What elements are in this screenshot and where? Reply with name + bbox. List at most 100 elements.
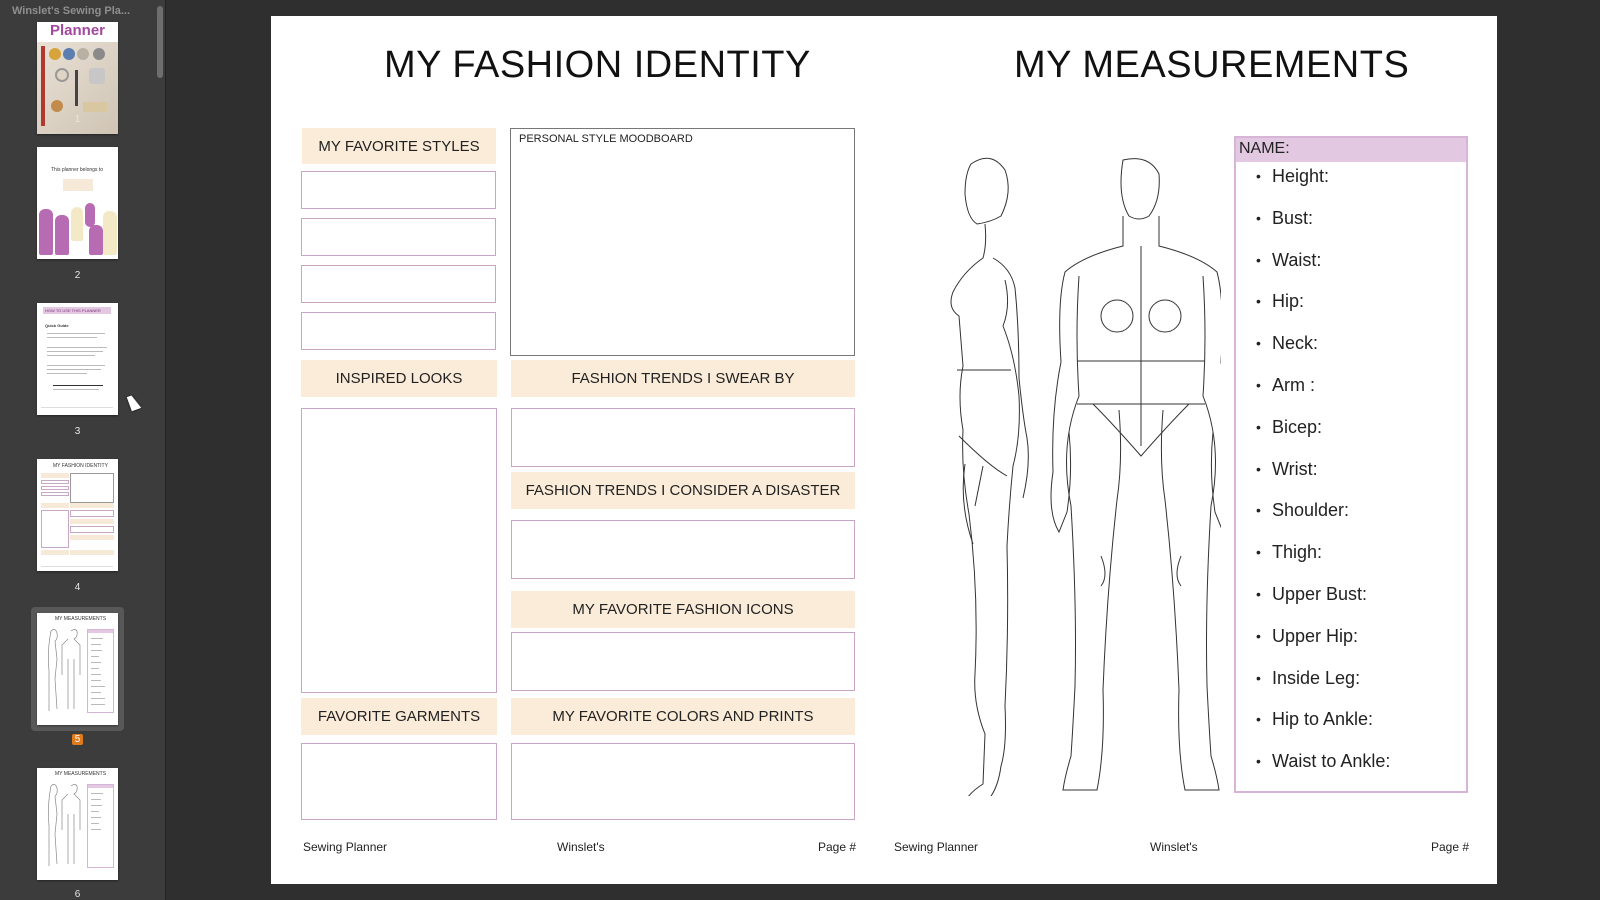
measurement-item[interactable]: • Hip: [1256,287,1466,329]
measurement-item[interactable]: • Arm : [1256,371,1466,413]
measurement-item[interactable]: • Shoulder: [1256,496,1466,538]
selected-page-badge: 5 [71,734,84,745]
measurement-item[interactable]: • Height: [1256,162,1466,204]
footer-center-right-page: Winslet's [1150,840,1198,854]
bullet-icon: • [1256,502,1261,519]
croquis-figures-illustration [950,157,1221,796]
bullet-icon: • [1256,585,1261,602]
measurement-label: Thigh: [1272,542,1323,563]
inspired-looks-field[interactable] [301,408,497,693]
bullet-icon: • [1256,627,1261,644]
measurement-label: Waist: [1272,249,1322,270]
footer-right-right-page: Page # [1431,840,1470,854]
favorite-style-field-2[interactable] [301,218,496,256]
thumbnail-caption: HOW TO USE THIS PLANNER [45,308,101,313]
measurement-label: Hip: [1272,291,1305,312]
trends-swear-label: FASHION TRENDS I SWEAR BY [511,360,855,397]
dress-forms-image [37,203,118,259]
document-title: Winslet's Sewing Pla... [12,5,131,17]
bullet-icon: • [1256,335,1261,352]
inspired-looks-label: INSPIRED LOOKS [301,360,497,397]
bullet-icon: • [1256,460,1261,477]
measurement-label: Inside Leg: [1272,667,1361,688]
thumbnail-page-5[interactable]: MY MEASUREMENTS [37,613,118,725]
thumbnail-page-2[interactable]: This planner belongs to [37,147,118,259]
fashion-icons-field[interactable] [511,632,855,691]
footer-center: Winslet's [557,840,605,854]
measurement-label: Wrist: [1272,458,1318,479]
footer-left-right-page: Sewing Planner [894,840,979,854]
measurement-item[interactable]: • Wrist: [1256,455,1466,497]
name-label: NAME: [1236,138,1466,162]
mouse-cursor-icon [126,393,142,412]
bullet-icon: • [1256,753,1261,770]
trends-disaster-label: FASHION TRENDS I CONSIDER A DISASTER [511,472,855,509]
thumbnail-caption: Planner [49,22,106,39]
measurement-label: Arm : [1272,374,1315,395]
colors-prints-label: MY FAVORITE COLORS AND PRINTS [511,698,855,735]
measurement-label: Bicep: [1272,416,1323,437]
measurement-item[interactable]: • Bicep: [1256,413,1466,455]
bullet-icon: • [1256,376,1261,393]
favorite-styles-label: MY FAVORITE STYLES [302,128,496,164]
measurement-item[interactable]: • Waist: [1256,246,1466,288]
bullet-icon: • [1256,544,1261,561]
measurements-list: • Height: • Bust: • Waist: • Hip: • Neck: • Arm : • B… [1236,162,1466,789]
measurement-item[interactable]: • Neck: [1256,329,1466,371]
trends-swear-field[interactable] [511,408,855,467]
measurement-label: Neck: [1272,333,1319,354]
thumbnail-page-4[interactable]: MY FASHION IDENTITY [37,459,118,571]
thumbnail-page-3[interactable]: HOW TO USE THIS PLANNER Quick Guide [37,303,118,415]
bullet-icon: • [1256,669,1261,686]
measurement-label: Upper Hip: [1272,625,1359,646]
measurement-label: Waist to Ankle: [1272,751,1391,772]
measurement-label: Upper Bust: [1272,583,1368,604]
colors-prints-field[interactable] [511,743,855,820]
measurement-label: Hip to Ankle: [1272,709,1374,730]
footer-right: Page # [818,840,857,854]
bullet-icon: • [1256,293,1261,310]
thumbnail-number: 1 [74,114,81,125]
measurement-item[interactable]: • Hip to Ankle: [1256,705,1466,747]
thumbnail-number: 6 [74,889,81,900]
measurement-item[interactable]: • Waist to Ankle: [1256,747,1466,789]
trends-disaster-field[interactable] [511,520,855,579]
fashion-identity-title: MY FASHION IDENTITY [384,44,811,86]
moodboard-label: PERSONAL STYLE MOODBOARD [519,133,693,145]
measurement-item[interactable]: • Inside Leg: [1256,664,1466,706]
page-thumbnail-sidebar: Winslet's Sewing Pla... Planner 1 This p… [0,0,166,900]
bullet-icon: • [1256,418,1261,435]
measurement-label: Bust: [1272,207,1314,228]
thumbnail-page-6[interactable]: MY MEASUREMENTS [37,768,118,880]
measurement-label: Shoulder: [1272,500,1350,521]
measurements-title: MY MEASUREMENTS [1014,44,1410,86]
favorite-style-field-1[interactable] [301,171,496,209]
thumbnail-caption: MY FASHION IDENTITY [53,463,108,469]
measurement-item[interactable]: • Upper Bust: [1256,580,1466,622]
thumbnail-caption: MY MEASUREMENTS [55,771,107,777]
favorite-style-field-3[interactable] [301,265,496,303]
sidebar-scrollbar[interactable] [157,6,163,78]
favorite-garments-field[interactable] [301,743,497,820]
fashion-icons-label: MY FAVORITE FASHION ICONS [511,591,855,628]
favorite-garments-label: FAVORITE GARMENTS [301,698,497,735]
bullet-icon: • [1256,711,1261,728]
thumbnail-number: 2 [74,270,81,281]
bullet-icon: • [1256,251,1261,268]
croquis-thumbnail-icon [47,784,81,866]
thumbnail-caption: This planner belongs to [51,167,103,173]
measurement-item[interactable]: • Upper Hip: [1256,622,1466,664]
thumbnail-number: 3 [74,426,81,437]
measurement-label: Height: [1272,166,1330,186]
moodboard-box[interactable]: PERSONAL STYLE MOODBOARD [510,128,855,356]
footer-left: Sewing Planner [303,840,388,854]
thumbnail-number: 4 [74,582,81,593]
measurements-panel: NAME: • Height: • Bust: • Waist: • Hip: • Neck: • A… [1234,136,1468,793]
croquis-thumbnail-icon [47,629,81,711]
document-page: MY FASHION IDENTITY MY FAVORITE STYLES P… [271,16,1497,884]
measurement-item[interactable]: • Thigh: [1256,538,1466,580]
bullet-icon: • [1256,209,1261,226]
thumbnail-caption: MY MEASUREMENTS [55,616,107,622]
favorite-style-field-4[interactable] [301,312,496,350]
measurement-item[interactable]: • Bust: [1256,204,1466,246]
